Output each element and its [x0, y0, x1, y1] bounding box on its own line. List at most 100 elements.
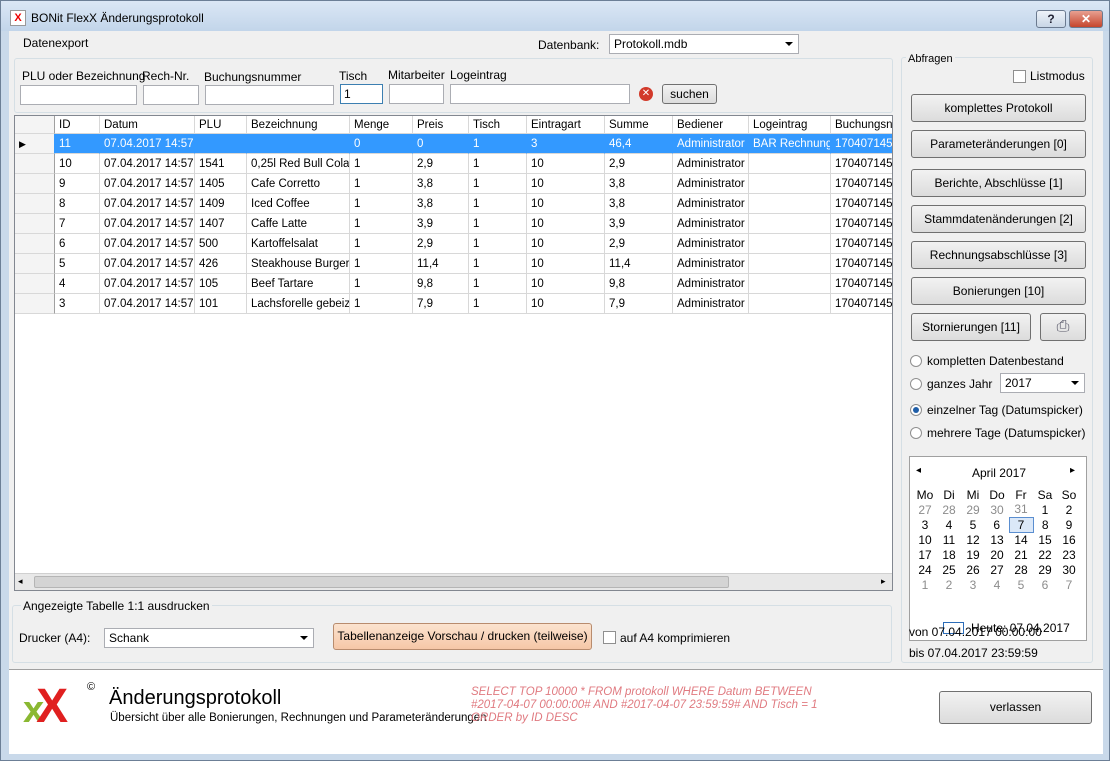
protocol-table[interactable]: ID Datum PLU Bezeichnung Menge Preis Tisch Eint… [14, 115, 893, 591]
table-row[interactable]: 7 07.04.2017 14:57 1407 Caffe Latte 1 3,9 1 10 3… [15, 214, 892, 234]
calendar-day[interactable]: 29 [961, 502, 985, 517]
query-button[interactable]: Rechnungsabschlüsse [3] [911, 241, 1086, 269]
column-header[interactable]: Buchungsnu [831, 116, 892, 134]
table-cell[interactable]: Cafe Corretto [247, 174, 350, 194]
table-cell[interactable]: 426 [195, 254, 247, 274]
table-cell[interactable]: 07.04.2017 14:57 [100, 234, 195, 254]
column-header[interactable]: Menge [350, 116, 413, 134]
range-radio[interactable] [910, 378, 922, 390]
table-cell[interactable]: 3 [527, 134, 605, 154]
calendar-day[interactable]: 7 [1008, 516, 1034, 533]
table-cell[interactable]: 1 [469, 234, 527, 254]
table-cell[interactable]: 3,8 [413, 194, 469, 214]
calendar-day[interactable]: 17 [913, 547, 937, 562]
calendar-day[interactable]: 21 [1009, 547, 1033, 562]
calendar-day[interactable]: 20 [985, 547, 1009, 562]
calendar-day[interactable]: 6 [1033, 577, 1057, 592]
calendar-day[interactable]: 7 [1057, 577, 1081, 592]
table-cell[interactable]: Beef Tartare [247, 274, 350, 294]
row-header[interactable]: ▶ [15, 134, 55, 154]
calendar-day[interactable]: 24 [913, 562, 937, 577]
calendar-day[interactable]: 1 [1033, 502, 1057, 517]
table-cell[interactable]: 1 [350, 214, 413, 234]
table-cell[interactable]: 2,9 [413, 234, 469, 254]
table-cell[interactable]: 07.04.2017 14:57 [100, 274, 195, 294]
query-button[interactable]: Stornierungen [11] [911, 313, 1031, 341]
table-cell[interactable]: 46,4 [605, 134, 673, 154]
table-cell[interactable]: 4 [55, 274, 100, 294]
table-cell[interactable]: 3 [55, 294, 100, 314]
table-cell[interactable]: 10 [527, 294, 605, 314]
table-cell[interactable]: 1 [350, 154, 413, 174]
table-cell[interactable]: 10 [527, 254, 605, 274]
table-cell[interactable]: Administrator [673, 134, 749, 154]
column-header[interactable]: Preis [413, 116, 469, 134]
listmodus-checkbox[interactable] [1013, 70, 1026, 83]
table-cell[interactable]: 11,4 [605, 254, 673, 274]
table-cell[interactable]: 2,9 [413, 154, 469, 174]
table-cell[interactable]: 3,8 [413, 174, 469, 194]
table-cell[interactable] [749, 174, 831, 194]
table-cell[interactable]: 1 [350, 274, 413, 294]
clear-icon[interactable]: ✕ [639, 87, 653, 101]
table-cell[interactable] [749, 274, 831, 294]
table-cell[interactable]: 1 [469, 294, 527, 314]
table-cell[interactable]: 17040714574 [831, 194, 892, 214]
scroll-left-icon[interactable]: ◂ [18, 576, 23, 587]
column-header[interactable]: Datum [100, 116, 195, 134]
year-select[interactable]: 2017 [1000, 373, 1085, 393]
calendar-day[interactable]: 11 [937, 532, 961, 547]
scrollbar-thumb[interactable] [34, 576, 729, 588]
table-row[interactable]: 3 07.04.2017 14:57 101 Lachsforelle gebeizt… [15, 294, 892, 314]
query-button[interactable]: Berichte, Abschlüsse [1] [911, 169, 1086, 197]
menu-datenexport[interactable]: Datenexport [23, 36, 88, 50]
row-header[interactable] [15, 194, 55, 214]
table-cell[interactable]: 1405 [195, 174, 247, 194]
table-cell[interactable]: 07.04.2017 14:57 [100, 214, 195, 234]
row-header[interactable] [15, 294, 55, 314]
calendar-day[interactable]: 10 [913, 532, 937, 547]
calendar-day[interactable]: 6 [985, 517, 1009, 532]
table-cell[interactable]: 1 [350, 234, 413, 254]
calendar-day[interactable]: 28 [937, 502, 961, 517]
table-row[interactable]: 9 07.04.2017 14:57 1405 Cafe Corretto 1 3,8 1 1… [15, 174, 892, 194]
table-cell[interactable]: 9 [55, 174, 100, 194]
table-cell[interactable]: Administrator [673, 174, 749, 194]
table-cell[interactable]: 3,8 [605, 194, 673, 214]
table-cell[interactable]: 1 [469, 194, 527, 214]
calendar-day[interactable]: 9 [1057, 517, 1081, 532]
calendar-day[interactable]: 28 [1009, 562, 1033, 577]
log-input[interactable] [450, 84, 630, 104]
calendar-day[interactable]: 14 [1009, 532, 1033, 547]
query-button[interactable]: komplettes Protokoll [911, 94, 1086, 122]
column-header[interactable]: Tisch [469, 116, 527, 134]
calendar-day[interactable]: 30 [1057, 562, 1081, 577]
column-header[interactable]: Bezeichnung [247, 116, 350, 134]
table-row[interactable]: 6 07.04.2017 14:57 500 Kartoffelsalat 1 2,9 1 1… [15, 234, 892, 254]
scroll-right-icon[interactable]: ▸ [881, 576, 886, 587]
table-cell[interactable]: 07.04.2017 14:57 [100, 294, 195, 314]
table-cell[interactable]: 07.04.2017 14:57 [100, 134, 195, 154]
table-cell[interactable]: 07.04.2017 14:57 [100, 174, 195, 194]
row-header[interactable] [15, 254, 55, 274]
table-cell[interactable]: Administrator [673, 254, 749, 274]
search-button[interactable]: suchen [662, 84, 717, 104]
table-cell[interactable]: BAR Rechnung [749, 134, 831, 154]
table-cell[interactable]: 500 [195, 234, 247, 254]
table-cell[interactable]: 10 [527, 194, 605, 214]
calendar-day[interactable]: 18 [937, 547, 961, 562]
table-cell[interactable]: 8 [55, 194, 100, 214]
preview-print-button[interactable]: Tabellenanzeige Vorschau / drucken (teil… [333, 623, 592, 650]
calendar-day[interactable]: 25 [937, 562, 961, 577]
table-cell[interactable]: 5 [55, 254, 100, 274]
calendar-day[interactable]: 27 [985, 562, 1009, 577]
printer-icon[interactable]: ⎙ [1040, 313, 1086, 341]
table-cell[interactable]: Lachsforelle gebeizt [247, 294, 350, 314]
column-header[interactable]: Bediener [673, 116, 749, 134]
rech-input[interactable] [143, 85, 199, 105]
calendar-day[interactable]: 15 [1033, 532, 1057, 547]
calendar-day[interactable]: 16 [1057, 532, 1081, 547]
row-header[interactable] [15, 234, 55, 254]
query-button[interactable]: Parameteränderungen [0] [911, 130, 1086, 158]
table-cell[interactable]: Administrator [673, 294, 749, 314]
